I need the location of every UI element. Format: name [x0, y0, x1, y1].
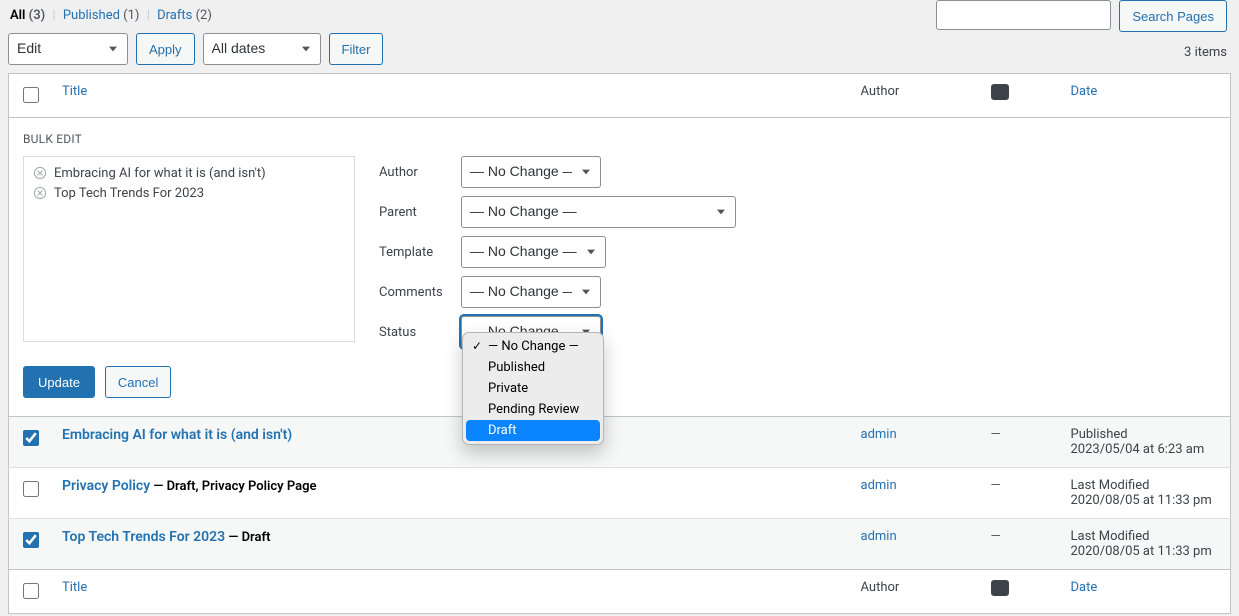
filter-drafts-count: (2) — [196, 8, 212, 23]
bulk-action-select[interactable]: Edit — [8, 33, 128, 65]
bulk-edit-panel: BULK EDIT Embracing AI for what it is (a… — [9, 118, 1230, 416]
filter-published[interactable]: Published (1) — [63, 8, 143, 23]
select-all-top[interactable] — [23, 87, 39, 103]
list-item-label: Top Tech Trends For 2023 — [54, 186, 204, 201]
col-title[interactable]: Title — [62, 84, 87, 99]
table-row: Top Tech Trends For 2023 — Draft admin —… — [9, 519, 1231, 570]
status-option-nochange[interactable]: — No Change — — [466, 336, 600, 357]
row-checkbox[interactable] — [23, 481, 39, 497]
col-author-foot: Author — [851, 570, 981, 614]
table-row: Embracing AI for what it is (and isn't) … — [9, 417, 1231, 468]
filter-drafts[interactable]: Drafts (2) — [157, 8, 212, 23]
row-author-link[interactable]: admin — [861, 529, 897, 544]
table-row: Privacy Policy — Draft, Privacy Policy P… — [9, 468, 1231, 519]
filter-published-label: Published — [63, 8, 120, 23]
date-filter-select[interactable]: All dates — [203, 33, 321, 65]
template-select[interactable]: — No Change — — [461, 236, 606, 268]
col-date[interactable]: Date — [1071, 84, 1098, 99]
row-date-type: Last Modified — [1071, 529, 1221, 544]
close-icon[interactable] — [32, 185, 48, 201]
row-comments: — — [991, 427, 1001, 442]
parent-select[interactable]: — No Change — — [461, 196, 736, 228]
bulk-edit-legend: BULK EDIT — [23, 132, 1216, 146]
filter-all[interactable]: All (3) — [10, 8, 48, 23]
status-dropdown-menu[interactable]: — No Change — Published Private Pending … — [462, 332, 604, 445]
author-select[interactable]: — No Change — — [461, 156, 601, 188]
status-option-pending[interactable]: Pending Review — [466, 399, 600, 420]
row-title-link[interactable]: Privacy Policy — [62, 478, 150, 494]
row-date-type: Last Modified — [1071, 478, 1221, 493]
author-label: Author — [379, 165, 443, 180]
row-date-ts: 2023/05/04 at 6:23 am — [1071, 442, 1221, 457]
update-button[interactable]: Update — [23, 366, 95, 398]
post-state: — Draft, Privacy Policy Page — [150, 479, 316, 494]
filter-all-count: (3) — [29, 8, 46, 23]
post-state: — Draft — [225, 530, 270, 545]
status-option-published[interactable]: Published — [466, 357, 600, 378]
filter-all-label: All — [10, 8, 25, 23]
row-author-link[interactable]: admin — [861, 478, 897, 493]
filter-drafts-label: Drafts — [157, 8, 192, 23]
row-comments: — — [991, 529, 1001, 544]
col-title-foot[interactable]: Title — [62, 580, 87, 595]
apply-button[interactable]: Apply — [136, 33, 195, 65]
close-icon[interactable] — [32, 165, 48, 181]
status-option-draft[interactable]: Draft — [466, 420, 600, 441]
row-date-ts: 2020/08/05 at 11:33 pm — [1071, 544, 1221, 559]
comments-label: Comments — [379, 285, 443, 300]
comments-icon — [991, 580, 1009, 596]
list-item-label: Embracing AI for what it is (and isn't) — [54, 166, 266, 181]
list-item: Top Tech Trends For 2023 — [32, 185, 346, 201]
items-count: 3 items — [1184, 39, 1231, 68]
status-option-private[interactable]: Private — [466, 378, 600, 399]
filter-published-count: (1) — [123, 8, 139, 23]
search-button[interactable]: Search Pages — [1119, 0, 1227, 32]
row-title-link[interactable]: Embracing AI for what it is (and isn't) — [62, 427, 292, 443]
list-item: Embracing AI for what it is (and isn't) — [32, 165, 346, 181]
status-label: Status — [379, 325, 443, 340]
filter-button[interactable]: Filter — [329, 33, 384, 65]
select-all-bottom[interactable] — [23, 583, 39, 599]
comments-icon — [991, 84, 1009, 100]
row-comments: — — [991, 478, 1001, 493]
pages-table: Title Author Date BULK EDIT — [8, 73, 1231, 614]
row-author-link[interactable]: admin — [861, 427, 897, 442]
col-author: Author — [851, 74, 981, 118]
row-title-link[interactable]: Top Tech Trends For 2023 — [62, 529, 225, 545]
template-label: Template — [379, 245, 443, 260]
row-date-ts: 2020/08/05 at 11:33 pm — [1071, 493, 1221, 508]
row-date-type: Published — [1071, 427, 1221, 442]
row-checkbox[interactable] — [23, 430, 39, 446]
comments-select[interactable]: — No Change — — [461, 276, 601, 308]
view-filters: All (3) | Published (1) | Drafts (2) — [10, 8, 212, 23]
col-date-foot[interactable]: Date — [1071, 580, 1098, 595]
row-checkbox[interactable] — [23, 532, 39, 548]
parent-label: Parent — [379, 205, 443, 220]
search-input[interactable] — [936, 0, 1111, 30]
cancel-button[interactable]: Cancel — [105, 366, 171, 398]
bulk-edit-selected-list: Embracing AI for what it is (and isn't) … — [23, 156, 355, 342]
